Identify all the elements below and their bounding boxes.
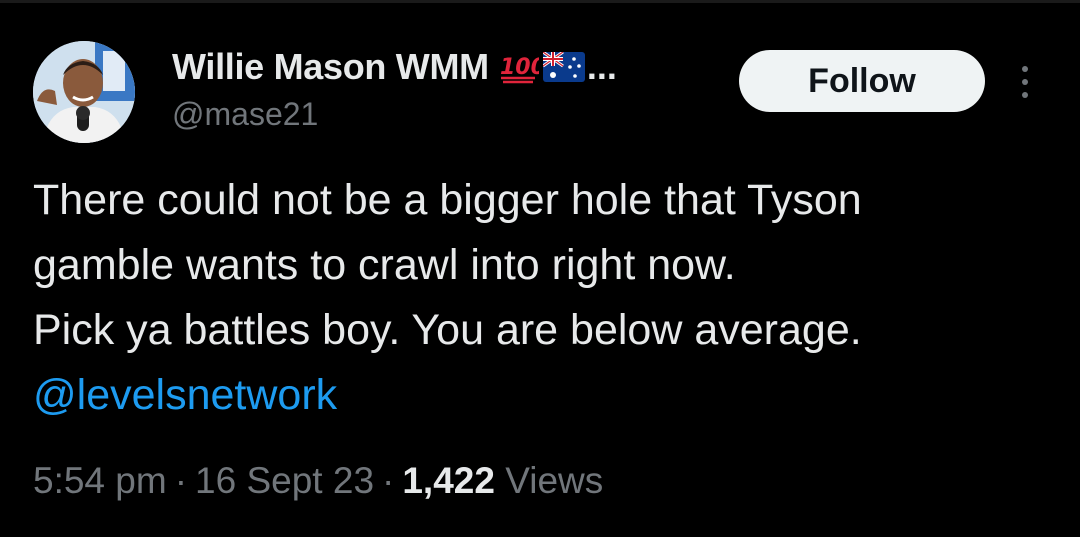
tweet-text-line: gamble wants to crawl into right now. [33, 241, 736, 289]
svg-text:100: 100 [500, 55, 539, 80]
meta-separator: · [174, 460, 188, 501]
name-truncation: ... [586, 46, 617, 87]
author-display-name[interactable]: Willie Mason WMM [172, 46, 489, 88]
tweet-text-line: Pick ya battles boy. You are below avera… [33, 306, 862, 354]
author-handle[interactable]: @mase21 [172, 96, 318, 133]
hundred-points-icon: 100 [499, 50, 539, 84]
tweet-card: Willie Mason WMM 100 [0, 0, 1080, 537]
tweet-text: There could not be a bigger hole that Ty… [33, 168, 1053, 428]
avatar-image [33, 41, 135, 143]
tweet-date[interactable]: 16 Sept 23 [195, 460, 374, 501]
more-vertical-icon[interactable] [1010, 60, 1040, 104]
avatar[interactable] [33, 41, 135, 143]
tweet-time[interactable]: 5:54 pm [33, 460, 167, 501]
mention-link[interactable]: @levelsnetwork [33, 363, 1053, 428]
tweet-meta: 5:54 pm · 16 Sept 23 · 1,422 Views [33, 460, 603, 502]
australia-flag-icon [542, 52, 585, 82]
tweet-text-line: There could not be a bigger hole that Ty… [33, 176, 862, 224]
views-count: 1,422 [402, 460, 495, 501]
meta-separator: · [382, 460, 395, 501]
author-name-row[interactable]: Willie Mason WMM 100 [172, 44, 617, 90]
views-label: Views [505, 460, 604, 501]
follow-button[interactable]: Follow [739, 50, 985, 112]
divider [0, 0, 1080, 3]
